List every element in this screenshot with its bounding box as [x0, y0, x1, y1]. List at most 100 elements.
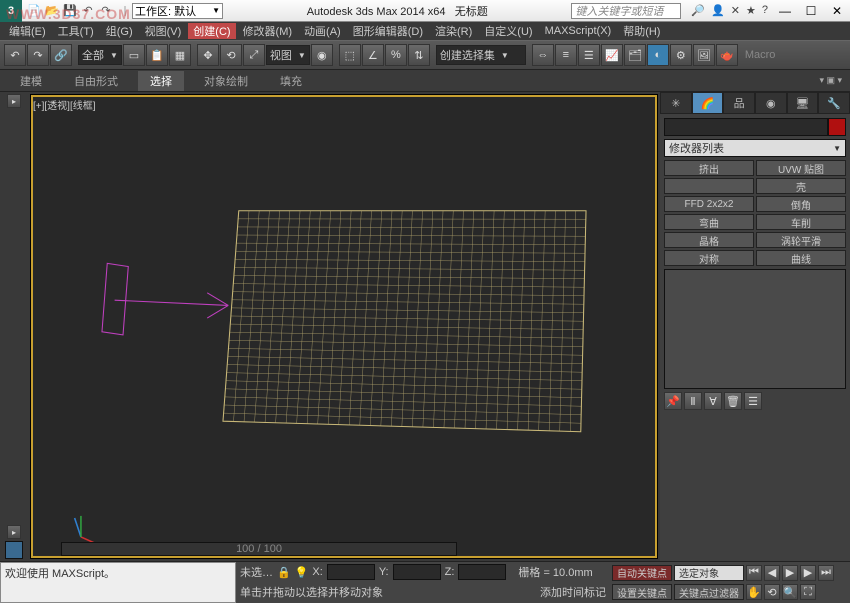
goto-end-icon[interactable]: ⏭: [818, 565, 834, 581]
scale-button[interactable]: ⤢: [243, 44, 265, 66]
play-icon[interactable]: ▶: [782, 565, 798, 581]
menu-grapheditors[interactable]: 图形编辑器(D): [348, 23, 428, 39]
tab-motion[interactable]: ◉: [755, 92, 787, 114]
mod-turbosmooth[interactable]: 涡轮平滑: [756, 232, 846, 248]
ribbon-tab-modeling[interactable]: 建模: [8, 71, 54, 91]
make-unique-icon[interactable]: ∀: [704, 392, 722, 410]
undo-icon[interactable]: ↶: [80, 3, 96, 19]
open-icon[interactable]: 📂: [44, 3, 60, 19]
next-frame-icon[interactable]: ▶: [800, 565, 816, 581]
orbit-view-icon[interactable]: ⟲: [764, 584, 780, 600]
move-button[interactable]: ✥: [197, 44, 219, 66]
menu-modifiers[interactable]: 修改器(M): [238, 23, 298, 39]
coord-y-input[interactable]: [393, 564, 441, 580]
exchange-icon[interactable]: ✕: [731, 4, 740, 17]
mod-ffd[interactable]: FFD 2x2x2: [664, 196, 754, 212]
percent-snap-toggle[interactable]: %: [385, 44, 407, 66]
undo-button[interactable]: ↶: [4, 44, 26, 66]
show-end-result-icon[interactable]: Ⅱ: [684, 392, 702, 410]
help-icon[interactable]: ?: [762, 4, 768, 17]
ribbon-tab-freeform[interactable]: 自由形式: [62, 71, 130, 91]
prev-frame-icon[interactable]: ◀: [764, 565, 780, 581]
layers-button[interactable]: ☰: [578, 44, 600, 66]
save-icon[interactable]: 💾: [62, 3, 78, 19]
ribbon-flyout-icon[interactable]: ▾ ▣ ▾: [819, 75, 842, 86]
ribbon-tab-selection[interactable]: 选择: [138, 71, 184, 91]
angle-snap-toggle[interactable]: ∠: [362, 44, 384, 66]
modifier-stack[interactable]: [664, 269, 846, 389]
curve-editor-button[interactable]: 📈: [601, 44, 623, 66]
viewport-thumbnail[interactable]: [5, 541, 23, 559]
modifier-list-combo[interactable]: 修改器列表▼: [664, 139, 846, 157]
ribbon-tab-objectpaint[interactable]: 对象绘制: [192, 71, 260, 91]
align-button[interactable]: ≡: [555, 44, 577, 66]
snap-toggle[interactable]: ⬚: [339, 44, 361, 66]
close-button[interactable]: ✕: [824, 1, 850, 21]
time-slider[interactable]: 100 / 100: [61, 542, 457, 556]
zoom-view-icon[interactable]: 🔍: [782, 584, 798, 600]
menu-edit[interactable]: 编辑(E): [4, 23, 51, 39]
render-frame-button[interactable]: 🖼: [693, 44, 715, 66]
menu-customize[interactable]: 自定义(U): [479, 23, 537, 39]
select-region-button[interactable]: ▦: [169, 44, 191, 66]
selection-filter[interactable]: 全部▼: [78, 45, 122, 65]
tab-utilities[interactable]: 🔧: [818, 92, 850, 114]
mod-blank[interactable]: [664, 178, 754, 194]
material-editor-button[interactable]: ◐: [647, 44, 669, 66]
goto-start-icon[interactable]: ⏮: [746, 565, 762, 581]
workspace-selector[interactable]: 工作区: 默认 ▼: [132, 3, 223, 19]
mirror-button[interactable]: ⇔: [532, 44, 554, 66]
viewport[interactable]: [+][透视][线框]: [30, 94, 658, 559]
object-color-swatch[interactable]: [828, 118, 846, 136]
object-name-input[interactable]: [664, 118, 828, 136]
app-logo[interactable]: 3: [0, 0, 22, 22]
menu-help[interactable]: 帮助(H): [618, 23, 665, 39]
mod-uvwmap[interactable]: UVW 贴图: [756, 160, 846, 176]
render-button[interactable]: 🫖: [716, 44, 738, 66]
menu-views[interactable]: 视图(V): [140, 23, 187, 39]
maxscript-listener[interactable]: 欢迎使用 MAXScript。: [0, 562, 236, 603]
configure-sets-icon[interactable]: ☰: [744, 392, 762, 410]
rotate-button[interactable]: ⟲: [220, 44, 242, 66]
mod-extrude[interactable]: 挤出: [664, 160, 754, 176]
new-icon[interactable]: 📄: [26, 3, 42, 19]
mod-symmetry[interactable]: 对称: [664, 250, 754, 266]
mod-lathe[interactable]: 车削: [756, 214, 846, 230]
mod-shell[interactable]: 壳: [756, 178, 846, 194]
render-setup-button[interactable]: ⚙: [670, 44, 692, 66]
mod-chamfer[interactable]: 倒角: [756, 196, 846, 212]
menu-animation[interactable]: 动画(A): [299, 23, 346, 39]
maximize-button[interactable]: ☐: [798, 1, 824, 21]
expand-bottom-icon[interactable]: ▸: [7, 525, 21, 539]
pan-view-icon[interactable]: ✋: [746, 584, 762, 600]
mod-bend[interactable]: 弯曲: [664, 214, 754, 230]
isolate-icon[interactable]: 💡: [295, 566, 309, 579]
signin-icon[interactable]: 👤: [711, 4, 725, 17]
auto-key-button[interactable]: 自动关键点: [612, 565, 672, 581]
menu-rendering[interactable]: 渲染(R): [430, 23, 477, 39]
ref-coord-system[interactable]: 视图▼: [266, 45, 310, 65]
redo-button[interactable]: ↷: [27, 44, 49, 66]
select-button[interactable]: ▭: [123, 44, 145, 66]
mod-spline[interactable]: 曲线: [756, 250, 846, 266]
redo-icon[interactable]: ↷: [98, 3, 114, 19]
favorite-icon[interactable]: ★: [746, 4, 756, 17]
menu-group[interactable]: 组(G): [101, 23, 138, 39]
schematic-button[interactable]: 🗂: [624, 44, 646, 66]
viewport-label[interactable]: [+][透视][线框]: [33, 97, 96, 112]
set-key-button[interactable]: 设置关键点: [612, 584, 672, 600]
spinner-snap-toggle[interactable]: ⇅: [408, 44, 430, 66]
tab-hierarchy[interactable]: 品: [723, 92, 755, 114]
add-time-tag[interactable]: 添加时间标记: [540, 584, 606, 600]
ribbon-tab-populate[interactable]: 填充: [268, 71, 314, 91]
coord-z-input[interactable]: [458, 564, 506, 580]
tab-display[interactable]: 🖥: [787, 92, 819, 114]
menu-maxscript[interactable]: MAXScript(X): [540, 25, 617, 37]
max-toggle-icon[interactable]: ⛶: [800, 584, 816, 600]
key-filters-button[interactable]: 关键点过滤器: [674, 584, 744, 600]
remove-modifier-icon[interactable]: 🗑: [724, 392, 742, 410]
menu-create[interactable]: 创建(C): [188, 23, 235, 39]
expand-track-icon[interactable]: ▸: [7, 94, 21, 108]
lock-icon[interactable]: 🔒: [277, 566, 291, 579]
search-icon[interactable]: 🔎: [691, 4, 705, 17]
